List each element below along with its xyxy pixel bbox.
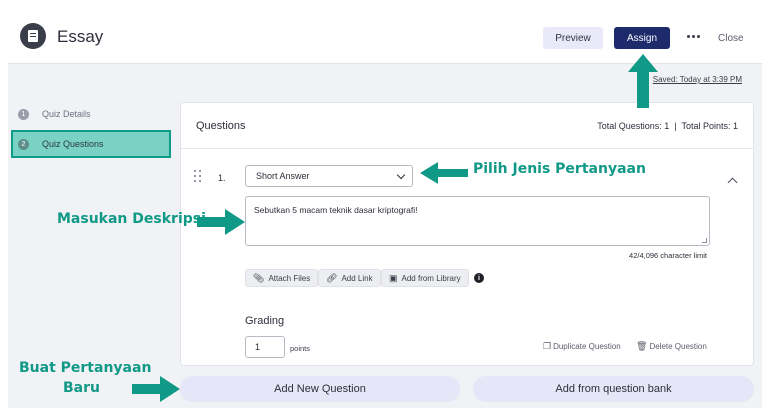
- questions-title: Questions: [196, 120, 246, 132]
- add-new-question-button[interactable]: Add New Question: [180, 376, 460, 402]
- delete-label: Delete Question: [649, 342, 707, 351]
- description-textarea[interactable]: Sebutkan 5 macam teknik dasar kriptograf…: [245, 196, 710, 246]
- points-label: points: [290, 344, 311, 353]
- chevron-up-icon[interactable]: [727, 177, 738, 188]
- info-icon[interactable]: i: [474, 273, 484, 283]
- question-number: 1.: [218, 173, 226, 183]
- character-limit: 42/4,096 character limit: [629, 251, 707, 260]
- sidebar-item-label: Quiz Details: [42, 109, 91, 119]
- attach-files-button[interactable]: 📎︎ Attach Files: [245, 269, 319, 287]
- chevron-down-icon: [396, 170, 406, 180]
- duplicate-label: Duplicate Question: [553, 342, 621, 351]
- grading-label: Grading: [245, 315, 285, 327]
- delete-question-button[interactable]: 🗑︎ Delete Question: [636, 341, 707, 352]
- annotation-pilih-jenis: Pilih Jenis Pertanyaan: [473, 161, 646, 177]
- add-from-library-label: Add from Library: [401, 273, 461, 283]
- duplicate-question-button[interactable]: ❐ Duplicate Question: [543, 341, 621, 352]
- question-type-value: Short Answer: [256, 171, 310, 181]
- close-link[interactable]: Close: [718, 33, 744, 44]
- up-arrow-annotation: [628, 54, 658, 108]
- annotation-buat-line1: Buat Pertanyaan: [19, 360, 152, 376]
- questions-stats: Total Questions: 1 | Total Points: 1: [597, 121, 738, 131]
- essay-doc-icon: [20, 23, 46, 49]
- step-number: 2: [18, 138, 29, 150]
- add-from-library-button[interactable]: ▣ Add from Library: [381, 269, 469, 287]
- questions-card: Questions Total Questions: 1 | Total Poi…: [180, 102, 754, 366]
- question-type-select[interactable]: Short Answer: [245, 165, 413, 187]
- right-arrow-annotation: [197, 209, 245, 235]
- sidebar-item-quiz-details[interactable]: 1 Quiz Details: [11, 102, 171, 126]
- right-arrow-annotation-bottom: [132, 376, 180, 402]
- sidebar-item-label: Quiz Questions: [42, 139, 104, 149]
- sidebar-item-quiz-questions[interactable]: 2 Quiz Questions: [11, 130, 171, 158]
- assign-button[interactable]: Assign: [614, 27, 670, 49]
- paperclip-icon: 📎︎: [253, 272, 265, 283]
- left-arrow-annotation: [420, 162, 468, 184]
- preview-button[interactable]: Preview: [543, 27, 603, 49]
- page-title: Essay: [57, 27, 104, 46]
- step-number: 1: [18, 108, 29, 120]
- annotation-masukan-deskripsi: Masukan Deskripsi: [57, 211, 206, 227]
- questions-header: Questions Total Questions: 1 | Total Poi…: [181, 103, 753, 149]
- annotation-buat-line2: Baru: [63, 380, 100, 396]
- library-icon: ▣: [389, 272, 398, 283]
- attach-files-label: Attach Files: [268, 273, 311, 283]
- add-from-bank-button[interactable]: Add from question bank: [473, 376, 754, 402]
- copy-icon: ❐: [543, 341, 552, 351]
- more-options-icon[interactable]: [687, 35, 701, 39]
- trash-icon: 🗑︎: [636, 341, 648, 351]
- drag-handle-icon[interactable]: [194, 170, 203, 184]
- add-link-label: Add Link: [341, 273, 373, 283]
- link-icon: 🔗︎: [326, 272, 338, 283]
- saved-timestamp: Saved: Today at 3:39 PM: [652, 75, 742, 84]
- points-input[interactable]: 1: [245, 336, 285, 358]
- add-link-button[interactable]: 🔗︎ Add Link: [318, 269, 381, 287]
- resize-grip-icon[interactable]: [702, 238, 707, 243]
- description-text: Sebutkan 5 macam teknik dasar kriptograf…: [254, 205, 418, 215]
